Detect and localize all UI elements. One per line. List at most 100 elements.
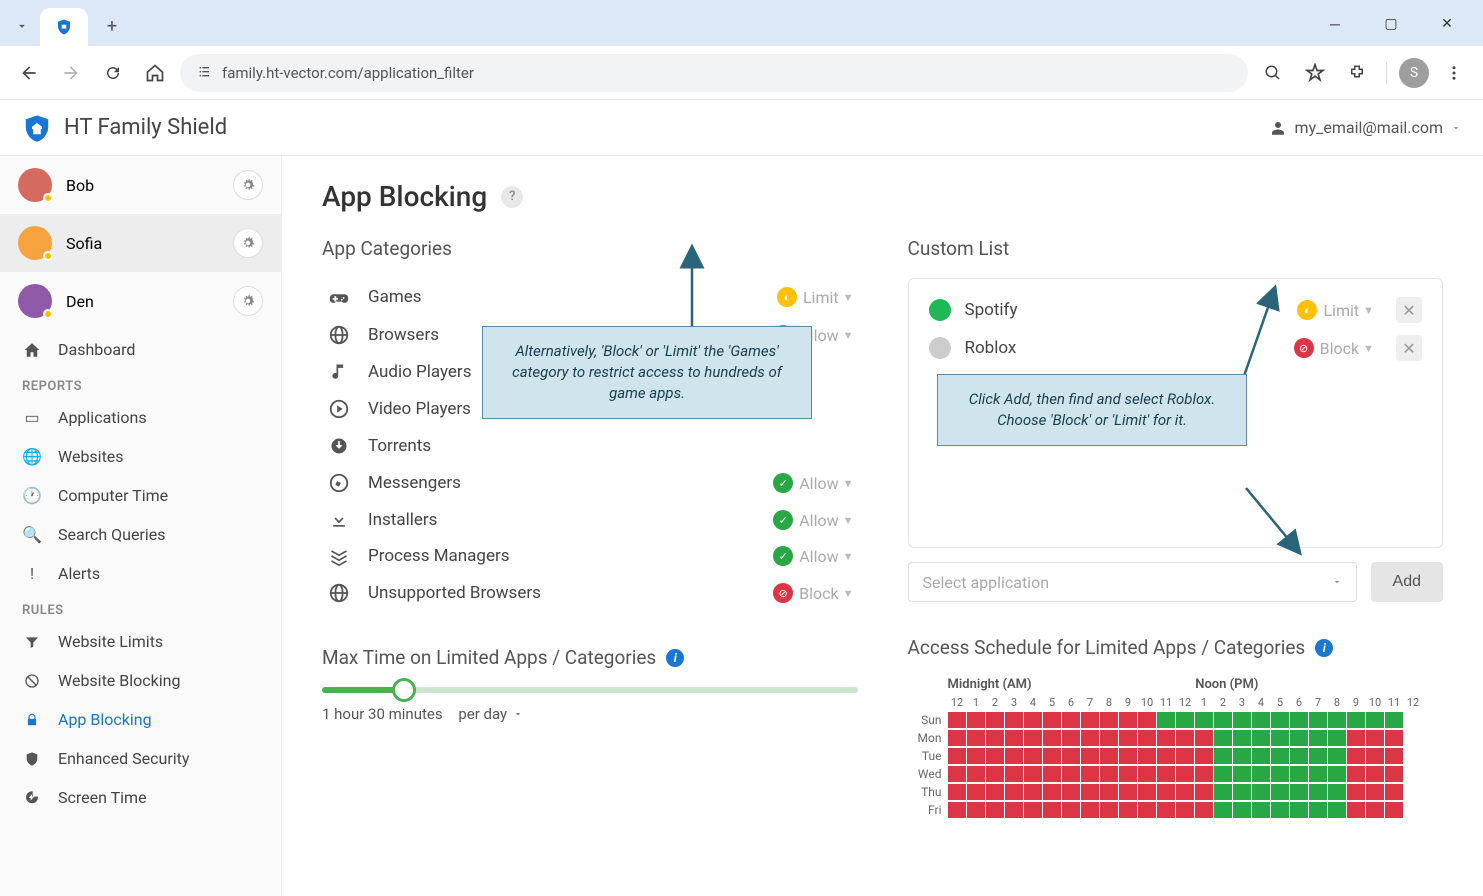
schedule-row[interactable]: Thu (908, 783, 1444, 800)
schedule-cell[interactable] (1290, 766, 1308, 782)
schedule-cell[interactable] (1005, 712, 1023, 728)
profile-settings-button[interactable] (233, 228, 263, 258)
schedule-cell[interactable] (1062, 784, 1080, 800)
status-dropdown[interactable]: ✓Allow▼ (773, 473, 853, 493)
schedule-cell[interactable] (1271, 748, 1289, 764)
schedule-cell[interactable] (1214, 730, 1232, 746)
schedule-cell[interactable] (1062, 748, 1080, 764)
nav-alerts[interactable]: !Alerts (0, 554, 281, 593)
schedule-cell[interactable] (1385, 748, 1403, 764)
schedule-cell[interactable] (1271, 784, 1289, 800)
schedule-cell[interactable] (1385, 712, 1403, 728)
schedule-cell[interactable] (1195, 802, 1213, 818)
status-dropdown[interactable]: ◐Limit▼ (1297, 300, 1374, 320)
status-dropdown[interactable]: ✓Allow▼ (773, 510, 853, 530)
schedule-cell[interactable] (1252, 712, 1270, 728)
schedule-cell[interactable] (1385, 730, 1403, 746)
schedule-cell[interactable] (967, 802, 985, 818)
schedule-cell[interactable] (1176, 784, 1194, 800)
schedule-cell[interactable] (1081, 730, 1099, 746)
schedule-cell[interactable] (948, 730, 966, 746)
user-menu[interactable]: my_email@mail.com (1269, 118, 1461, 137)
schedule-cell[interactable] (1100, 766, 1118, 782)
nav-reload-button[interactable] (96, 56, 130, 90)
select-application-dropdown[interactable]: Select application (908, 562, 1357, 602)
schedule-cell[interactable] (1271, 802, 1289, 818)
schedule-cell[interactable] (1271, 730, 1289, 746)
profile-settings-button[interactable] (233, 286, 263, 316)
schedule-cell[interactable] (1100, 712, 1118, 728)
schedule-row[interactable]: Sun (908, 711, 1444, 728)
schedule-cell[interactable] (1138, 730, 1156, 746)
schedule-cell[interactable] (1214, 784, 1232, 800)
schedule-cell[interactable] (1347, 784, 1365, 800)
schedule-cell[interactable] (1138, 748, 1156, 764)
slider-thumb[interactable] (392, 678, 416, 702)
schedule-row[interactable]: Mon (908, 729, 1444, 746)
schedule-cell[interactable] (1195, 712, 1213, 728)
schedule-cell[interactable] (1328, 712, 1346, 728)
schedule-cell[interactable] (1100, 748, 1118, 764)
bookmark-icon[interactable] (1298, 56, 1332, 90)
tab-search-dropdown[interactable] (8, 12, 36, 40)
window-maximize[interactable]: ▢ (1375, 12, 1407, 36)
schedule-cell[interactable] (1366, 784, 1384, 800)
nav-back-button[interactable] (12, 56, 46, 90)
schedule-cell[interactable] (1290, 748, 1308, 764)
schedule-cell[interactable] (1043, 766, 1061, 782)
schedule-cell[interactable] (1233, 748, 1251, 764)
nav-website-limits[interactable]: Website Limits (0, 622, 281, 661)
schedule-cell[interactable] (1233, 784, 1251, 800)
schedule-cell[interactable] (1176, 802, 1194, 818)
schedule-cell[interactable] (948, 766, 966, 782)
profile-bob[interactable]: Bob (0, 156, 281, 214)
nav-computer-time[interactable]: 🕐Computer Time (0, 476, 281, 515)
schedule-cell[interactable] (1385, 766, 1403, 782)
schedule-cell[interactable] (1366, 712, 1384, 728)
schedule-cell[interactable] (1176, 712, 1194, 728)
schedule-cell[interactable] (1043, 748, 1061, 764)
extensions-icon[interactable] (1340, 56, 1374, 90)
schedule-cell[interactable] (1290, 730, 1308, 746)
nav-website-blocking[interactable]: Website Blocking (0, 661, 281, 700)
schedule-cell[interactable] (1157, 802, 1175, 818)
app-logo[interactable]: HT Family Shield (22, 113, 227, 143)
schedule-cell[interactable] (1195, 730, 1213, 746)
info-icon[interactable]: i (666, 649, 684, 667)
schedule-cell[interactable] (1005, 784, 1023, 800)
schedule-cell[interactable] (1119, 766, 1137, 782)
schedule-cell[interactable] (1024, 748, 1042, 764)
schedule-cell[interactable] (1252, 802, 1270, 818)
window-minimize[interactable]: ─ (1319, 12, 1351, 36)
schedule-cell[interactable] (1062, 802, 1080, 818)
schedule-cell[interactable] (1366, 766, 1384, 782)
schedule-cell[interactable] (1309, 730, 1327, 746)
schedule-cell[interactable] (1309, 802, 1327, 818)
schedule-cell[interactable] (1252, 730, 1270, 746)
schedule-cell[interactable] (1214, 748, 1232, 764)
schedule-cell[interactable] (1062, 730, 1080, 746)
schedule-cell[interactable] (1138, 766, 1156, 782)
nav-enhanced-security[interactable]: Enhanced Security (0, 739, 281, 778)
schedule-cell[interactable] (1176, 730, 1194, 746)
schedule-cell[interactable] (986, 784, 1004, 800)
schedule-cell[interactable] (1138, 712, 1156, 728)
schedule-cell[interactable] (986, 730, 1004, 746)
schedule-cell[interactable] (1081, 712, 1099, 728)
schedule-cell[interactable] (1024, 784, 1042, 800)
schedule-cell[interactable] (1024, 766, 1042, 782)
schedule-cell[interactable] (1157, 766, 1175, 782)
zoom-icon[interactable] (1256, 56, 1290, 90)
nav-search-queries[interactable]: 🔍Search Queries (0, 515, 281, 554)
schedule-cell[interactable] (1081, 766, 1099, 782)
schedule-cell[interactable] (1157, 784, 1175, 800)
nav-applications[interactable]: ▭Applications (0, 398, 281, 437)
schedule-cell[interactable] (1271, 766, 1289, 782)
schedule-cell[interactable] (1347, 730, 1365, 746)
nav-screen-time[interactable]: Screen Time (0, 778, 281, 817)
schedule-cell[interactable] (1347, 802, 1365, 818)
schedule-cell[interactable] (1119, 748, 1137, 764)
schedule-cell[interactable] (1233, 712, 1251, 728)
schedule-cell[interactable] (1214, 712, 1232, 728)
status-dropdown[interactable]: ◐Limit▼ (777, 287, 854, 307)
